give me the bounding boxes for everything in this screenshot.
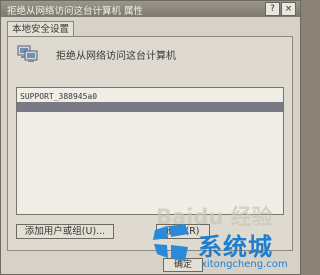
list-item-selected[interactable] [17,102,283,112]
logo-text: 系统城 [198,233,273,261]
add-user-or-group-button[interactable]: 添加用户或组(U)... [16,224,114,239]
account-list[interactable]: SUPPORT_388945a0 [16,87,284,215]
policy-name: 拒绝从网络访问这台计算机 [56,51,176,62]
title-bar[interactable]: 拒绝从网络访问这台计算机 属性 ? × [1,1,300,17]
close-icon[interactable]: × [281,2,296,16]
help-icon[interactable]: ? [265,2,280,16]
window-title: 拒绝从网络访问这台计算机 属性 [7,6,144,17]
xitongcheng-logo-icon [153,224,189,261]
list-item[interactable]: SUPPORT_388945a0 [17,92,283,102]
tab-local-security-setting[interactable]: 本地安全设置 [7,21,75,37]
logo-url: xitongcheng.com [201,259,288,270]
policy-computers-icon [17,45,38,62]
properties-dialog: 拒绝从网络访问这台计算机 属性 ? × 本地安全设置 拒绝从网络访问这台计算机 … [0,0,301,275]
